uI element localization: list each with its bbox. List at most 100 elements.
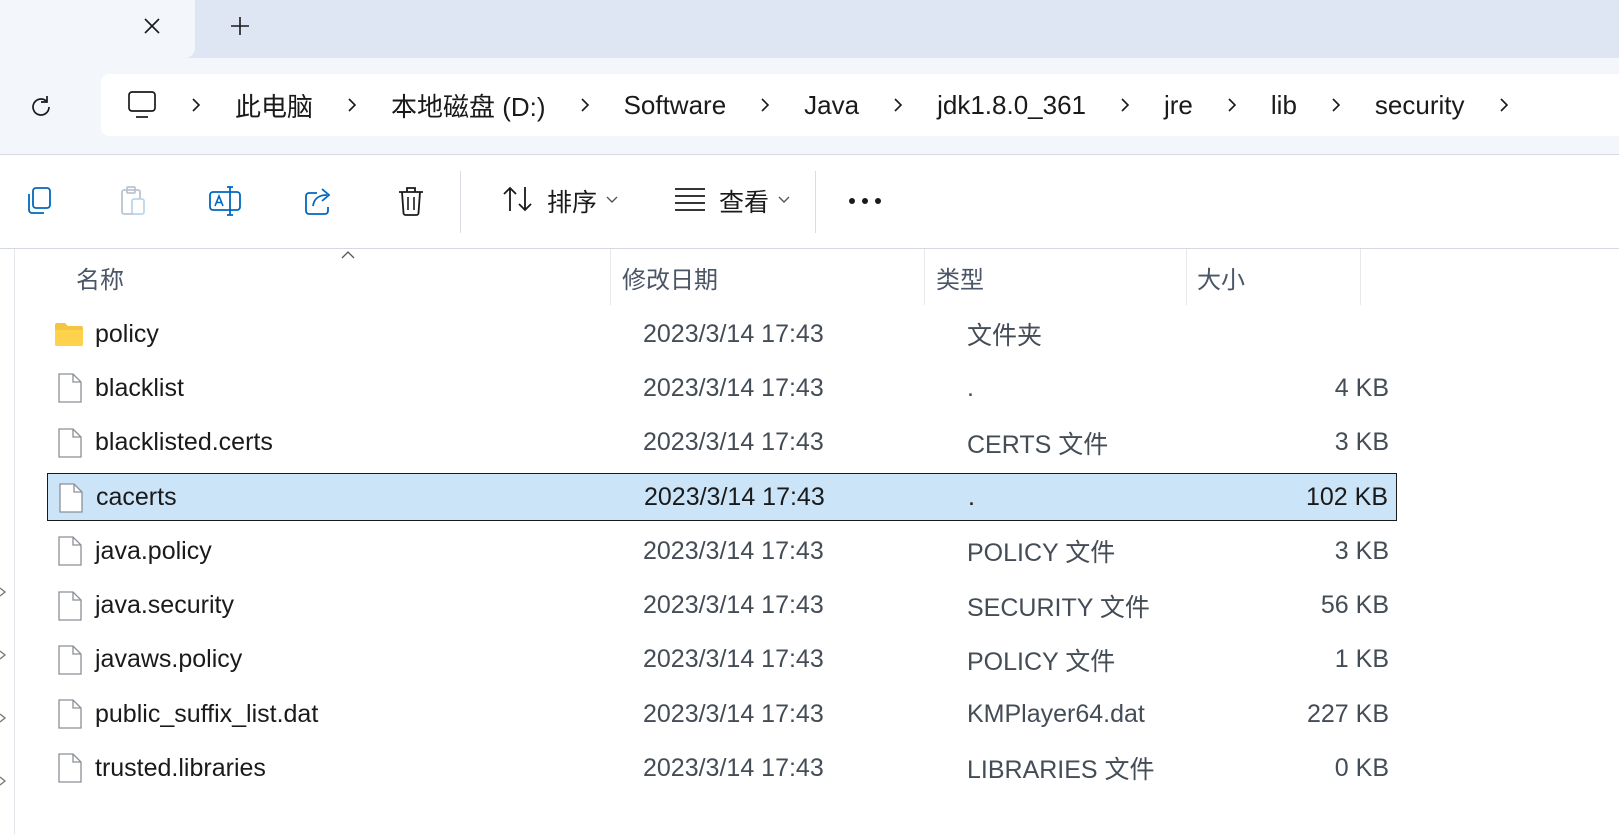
file-date: 2023/3/14 17:43 (643, 699, 824, 728)
toolbar-separator (815, 171, 816, 233)
file-type: POLICY 文件 (967, 539, 1116, 568)
file-size: 227 KB (1306, 699, 1389, 728)
column-divider[interactable] (924, 249, 925, 305)
file-icon (57, 535, 83, 567)
file-date: 2023/3/14 17:43 (644, 483, 825, 512)
active-tab[interactable] (0, 0, 195, 58)
file-icon (57, 372, 83, 404)
file-date: 2023/3/14 17:43 (643, 536, 824, 565)
file-size: 1 KB (1334, 645, 1389, 674)
file-date: 2023/3/14 17:43 (643, 753, 824, 782)
breadcrumb-item[interactable]: 此电脑 (215, 87, 333, 124)
breadcrumb-item[interactable]: jdk1.8.0_361 (917, 90, 1106, 121)
breadcrumb-item[interactable]: jre (1144, 90, 1213, 121)
file-row[interactable]: trusted.libraries 2023/3/14 17:43 LIBRARIE… (47, 744, 1397, 792)
plus-icon[interactable] (224, 10, 256, 42)
file-date: 2023/3/14 17:43 (643, 591, 824, 619)
file-size: 3 KB (1334, 536, 1389, 565)
file-icon (57, 698, 83, 730)
file-icon (57, 590, 83, 622)
file-type: . (968, 483, 975, 512)
delete-icon[interactable] (390, 175, 432, 227)
column-headers: 名称 修改日期 类型 大小 (0, 249, 1619, 305)
file-name: java.security (95, 591, 234, 619)
view-button[interactable]: 查看 (662, 175, 802, 227)
file-type: 文件夹 (967, 322, 1043, 350)
more-icon[interactable] (840, 175, 890, 227)
chevron-down-icon (777, 192, 791, 210)
navigation-row: 此电脑 本地磁盘 (D:) Software Java jdk1.8.0_361 jre l… (0, 58, 1619, 154)
file-type: CERTS 文件 (967, 430, 1109, 459)
file-date: 2023/3/14 17:43 (643, 428, 824, 457)
chevron-right-icon[interactable] (1213, 85, 1251, 125)
sort-icon (501, 184, 535, 219)
chevron-right-icon[interactable] (566, 85, 604, 125)
breadcrumb-item[interactable]: Software (604, 90, 747, 121)
view-label: 查看 (718, 189, 769, 217)
column-header-date[interactable]: 修改日期 (622, 249, 718, 305)
file-type: LIBRARIES 文件 (967, 756, 1155, 785)
pane-divider (14, 249, 15, 834)
file-type: KMPlayer64.dat (967, 699, 1145, 728)
file-size: 0 KB (1334, 753, 1389, 782)
file-name: cacerts (96, 483, 177, 512)
file-row[interactable]: public_suffix_list.dat 2023/3/14 17:43 KMP… (47, 690, 1397, 738)
file-row[interactable]: policy 2023/3/14 17:43 文件夹 (47, 310, 1397, 358)
file-date: 2023/3/14 17:43 (643, 319, 824, 348)
view-icon (673, 186, 707, 217)
expand-arrow-icon (0, 648, 8, 660)
file-icon (57, 644, 83, 676)
toolbar-separator (460, 171, 461, 233)
column-divider[interactable] (1360, 249, 1361, 305)
file-row[interactable]: blacklist 2023/3/14 17:43. 4 KB (47, 364, 1397, 412)
file-name: blacklist (95, 373, 184, 402)
file-size: 56 KB (1320, 591, 1389, 619)
breadcrumb-item[interactable]: Java (784, 90, 879, 121)
file-row[interactable]: cacerts 2023/3/14 17:43. 102 KB (47, 472, 1397, 521)
breadcrumb-item[interactable]: security (1355, 90, 1485, 121)
file-date: 2023/3/14 17:43 (643, 645, 824, 674)
sort-button[interactable]: 排序 (490, 175, 630, 227)
column-header-size[interactable]: 大小 (1197, 249, 1245, 305)
file-name: javaws.policy (95, 645, 243, 674)
column-header-name[interactable]: 名称 (76, 249, 124, 305)
file-type: SECURITY 文件 (967, 593, 1150, 622)
chevron-down-icon (605, 192, 619, 210)
chevron-right-icon[interactable] (333, 85, 371, 125)
share-icon[interactable] (298, 175, 340, 227)
paste-icon[interactable] (112, 175, 154, 227)
file-date: 2023/3/14 17:43 (643, 373, 824, 402)
column-header-type[interactable]: 类型 (936, 249, 984, 305)
close-icon[interactable] (136, 10, 168, 42)
file-size: 4 KB (1334, 373, 1389, 402)
file-icon (58, 482, 84, 514)
breadcrumb-item[interactable]: lib (1251, 90, 1317, 121)
tab-strip (0, 0, 1619, 58)
column-divider[interactable] (1186, 249, 1187, 305)
file-name: public_suffix_list.dat (95, 699, 319, 728)
address-bar[interactable]: 此电脑 本地磁盘 (D:) Software Java jdk1.8.0_361 jre l… (101, 74, 1619, 136)
chevron-right-icon[interactable] (1106, 85, 1144, 125)
rename-icon[interactable] (204, 175, 246, 227)
this-pc-icon[interactable] (125, 88, 159, 122)
chevron-right-icon[interactable] (177, 85, 215, 125)
chevron-right-icon[interactable] (879, 85, 917, 125)
file-row[interactable]: javaws.policy 2023/3/14 17:43 POLICY 文件 1 K… (47, 636, 1397, 684)
chevron-right-icon[interactable] (746, 85, 784, 125)
file-icon (57, 752, 83, 784)
chevron-right-icon[interactable] (1485, 85, 1523, 125)
file-row[interactable]: java.policy 2023/3/14 17:43 POLICY 文件 3 KB (47, 527, 1397, 575)
file-name: policy (95, 319, 159, 348)
chevron-right-icon[interactable] (1317, 85, 1355, 125)
sort-ascending-icon (341, 251, 355, 259)
expand-arrow-icon (0, 585, 8, 597)
refresh-icon[interactable] (22, 88, 60, 126)
breadcrumb-item[interactable]: 本地磁盘 (D:) (371, 87, 566, 124)
column-divider[interactable] (610, 249, 611, 305)
file-size: 3 KB (1334, 428, 1389, 457)
expand-arrow-icon (0, 774, 8, 786)
file-size: 102 KB (1305, 483, 1388, 512)
file-row[interactable]: java.security 2023/3/14 17:43 SECURITY 文件 5… (47, 582, 1397, 630)
copy-icon[interactable] (18, 175, 60, 227)
file-row[interactable]: blacklisted.certs 2023/3/14 17:43 CERTS 文件… (47, 419, 1397, 467)
